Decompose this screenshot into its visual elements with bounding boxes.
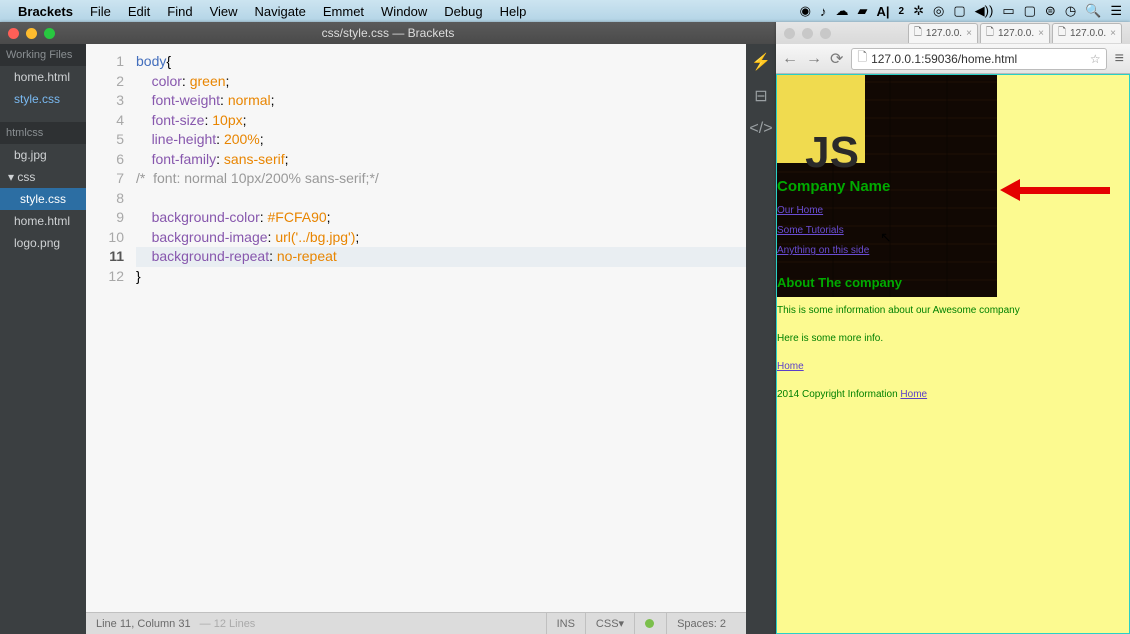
chrome-window: 🗋 127.0.0.× 🗋 127.0.0.× 🗋 127.0.0.× ← → … <box>776 22 1130 634</box>
menu-help[interactable]: Help <box>500 4 527 19</box>
chrome-menu-icon[interactable]: ≡ <box>1115 50 1124 68</box>
status-battery-icon[interactable]: ▭ <box>1002 3 1014 19</box>
minimize-icon[interactable] <box>26 28 37 39</box>
menu-window[interactable]: Window <box>381 4 427 19</box>
tree-css-label: css <box>17 170 35 184</box>
address-bar[interactable]: 🗋 127.0.0.1:59036/home.html ☆ <box>851 48 1106 70</box>
menu-edit[interactable]: Edit <box>128 4 150 19</box>
tab-close-icon[interactable]: × <box>966 28 972 39</box>
working-file-style[interactable]: style.css <box>0 88 86 110</box>
nav-link-2[interactable]: Some Tutorials <box>777 221 997 241</box>
extensions-icon[interactable]: ⊟ <box>754 86 767 106</box>
tab-label: 127.0.0. <box>998 28 1034 39</box>
tree-style[interactable]: style.css <box>0 188 86 210</box>
code-editor[interactable]: 123456789101112 body{ color: green; font… <box>86 44 746 612</box>
tree-css-folder[interactable]: ▾ css <box>0 166 86 188</box>
status-airplay-icon[interactable]: ▢ <box>1024 3 1036 19</box>
page-header: JS Company Name Our Home Some Tutorials … <box>777 75 997 297</box>
about-heading: About The company <box>777 269 997 297</box>
tab-label: 127.0.0. <box>926 28 962 39</box>
brackets-right-toolbar: ⚡ ⊟ </> <box>746 44 776 634</box>
menu-debug[interactable]: Debug <box>444 4 482 19</box>
menu-find[interactable]: Find <box>167 4 192 19</box>
chrome-zoom-icon[interactable] <box>820 28 831 39</box>
js-logo: JS <box>777 75 865 163</box>
status-hamburger-icon[interactable]: ☰ <box>1110 3 1122 19</box>
nav-link-3[interactable]: Anything on this side <box>777 241 997 261</box>
status-clock-icon[interactable]: ◷ <box>1065 3 1076 19</box>
chrome-titlebar[interactable]: 🗋 127.0.0.× 🗋 127.0.0.× 🗋 127.0.0.× <box>776 22 1130 44</box>
brackets-sidebar: Working Files home.html style.css htmlcs… <box>0 44 86 634</box>
working-files-header[interactable]: Working Files <box>0 44 86 66</box>
reload-icon[interactable]: ⟳ <box>830 49 843 69</box>
copyright: 2014 Copyright Information Home <box>777 381 1129 409</box>
editor-gutter: 123456789101112 <box>86 44 136 612</box>
snippets-icon[interactable]: </> <box>749 120 772 138</box>
tab-close-icon[interactable]: × <box>1038 28 1044 39</box>
status-bell-icon[interactable]: ♪ <box>820 4 827 19</box>
chrome-close-icon[interactable] <box>784 28 795 39</box>
brackets-statusbar: Line 11, Column 31 — 12 Lines INS CSS ▾ … <box>86 612 746 634</box>
status-ins[interactable]: INS <box>546 613 585 634</box>
brackets-titlebar[interactable]: css/style.css — Brackets <box>0 22 776 44</box>
url-text: 127.0.0.1:59036/home.html <box>871 52 1017 66</box>
status-lang[interactable]: CSS ▾ <box>585 613 634 634</box>
zoom-icon[interactable] <box>44 28 55 39</box>
menu-view[interactable]: View <box>210 4 238 19</box>
menu-app[interactable]: Brackets <box>18 4 73 19</box>
chrome-minimize-icon[interactable] <box>802 28 813 39</box>
about-p1: This is some information about our Aweso… <box>777 297 1129 325</box>
status-chat-icon[interactable]: ▰ <box>858 3 868 19</box>
live-preview-icon[interactable]: ⚡ <box>751 52 771 72</box>
rendered-page: JS Company Name Our Home Some Tutorials … <box>777 75 1129 409</box>
menu-navigate[interactable]: Navigate <box>255 4 306 19</box>
copyright-home-link[interactable]: Home <box>900 389 927 400</box>
browser-viewport[interactable]: JS Company Name Our Home Some Tutorials … <box>776 74 1130 634</box>
status-volume-icon[interactable]: ◀)) <box>975 3 994 19</box>
home-link[interactable]: Home <box>777 361 804 372</box>
status-spotlight-icon[interactable]: 🔍 <box>1085 3 1101 19</box>
tab-close-icon[interactable]: × <box>1110 28 1116 39</box>
menu-emmet[interactable]: Emmet <box>323 4 364 19</box>
tree-bg[interactable]: bg.jpg <box>0 144 86 166</box>
status-notification-icon[interactable]: ◉ <box>800 3 811 19</box>
page-icon: 🗋 <box>857 48 867 69</box>
status-dropbox-icon[interactable]: ✲ <box>913 3 924 19</box>
lint-ok-icon[interactable] <box>645 619 654 628</box>
working-file-home[interactable]: home.html <box>0 66 86 88</box>
menu-file[interactable]: File <box>90 4 111 19</box>
project-header[interactable]: htmlcss <box>0 122 86 144</box>
status-lines: — 12 Lines <box>200 618 256 630</box>
tab-label: 127.0.0. <box>1070 28 1106 39</box>
chrome-toolbar: ← → ⟳ 🗋 127.0.0.1:59036/home.html ☆ ≡ <box>776 44 1130 74</box>
status-spaces[interactable]: Spaces: 2 <box>666 613 736 634</box>
mac-menubar: Brackets File Edit Find View Navigate Em… <box>0 0 1130 22</box>
tree-home[interactable]: home.html <box>0 210 86 232</box>
status-sync-icon[interactable]: ◎ <box>933 3 944 19</box>
editor-code[interactable]: body{ color: green; font-weight: normal;… <box>136 44 746 612</box>
close-icon[interactable] <box>8 28 19 39</box>
about-p2: Here is some more info. <box>777 325 1129 353</box>
window-title: css/style.css — Brackets <box>0 26 776 40</box>
browser-tab-2[interactable]: 🗋 127.0.0.× <box>980 23 1050 43</box>
brackets-window: css/style.css — Brackets Working Files h… <box>0 22 776 634</box>
tree-logo[interactable]: logo.png <box>0 232 86 254</box>
status-display-icon[interactable]: ▢ <box>953 3 965 19</box>
back-icon[interactable]: ← <box>782 50 798 68</box>
company-heading: Company Name <box>777 173 997 199</box>
status-adobe-icon[interactable]: A| <box>877 4 890 19</box>
nav-link-1[interactable]: Our Home <box>777 201 997 221</box>
status-cursor: Line 11, Column 31 <box>96 618 191 630</box>
browser-tab-3[interactable]: 🗋 127.0.0.× <box>1052 23 1122 43</box>
status-cloud-icon[interactable]: ☁ <box>836 3 849 19</box>
browser-tab-1[interactable]: 🗋 127.0.0.× <box>908 23 978 43</box>
status-badge-icon[interactable]: 2 <box>899 6 905 17</box>
bookmark-star-icon[interactable]: ☆ <box>1090 52 1101 66</box>
forward-icon[interactable]: → <box>806 50 822 68</box>
status-wifi-icon[interactable]: ⊜ <box>1045 3 1056 19</box>
